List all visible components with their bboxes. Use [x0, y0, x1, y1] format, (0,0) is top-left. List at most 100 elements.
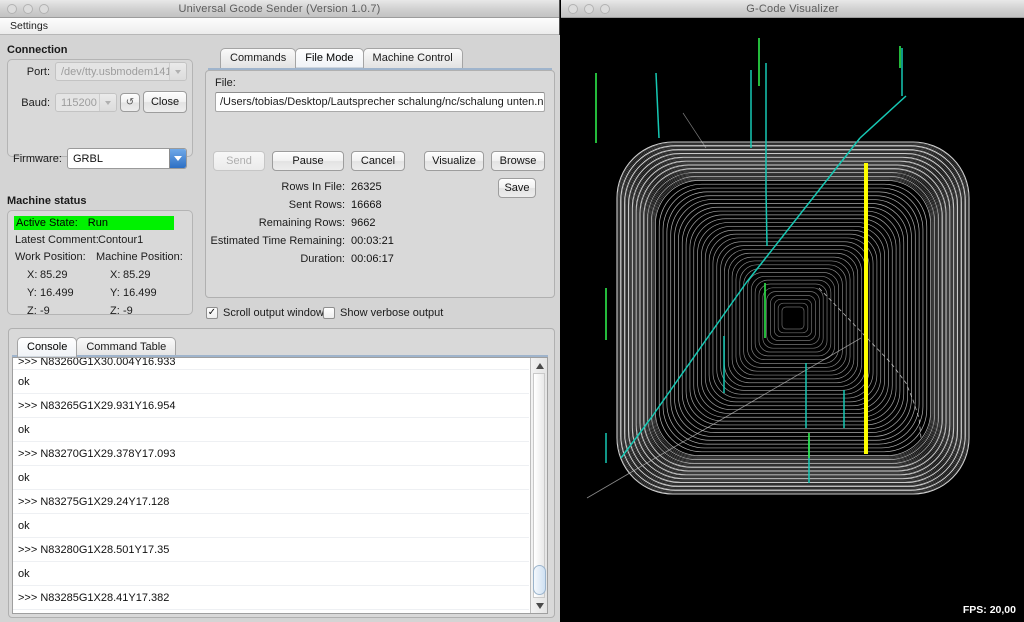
console-tabs[interactable]: Console Command Table	[17, 337, 177, 357]
machine-status-group-label: Machine status	[7, 195, 87, 207]
machine-y-label: Y:	[110, 287, 120, 299]
chevron-down-icon[interactable]	[169, 63, 186, 80]
sent-rows-value: 16668	[351, 199, 382, 211]
tab-console[interactable]: Console	[17, 337, 78, 357]
tab-commands[interactable]: Commands	[220, 48, 297, 68]
port-combo[interactable]: /dev/tty.usbmodem1411	[55, 62, 187, 81]
firmware-label: Firmware:	[13, 153, 62, 165]
remaining-rows-value: 9662	[351, 217, 376, 229]
work-y-value: 16.499	[40, 287, 74, 299]
toolpath-render	[561, 18, 1024, 622]
latest-comment-label: Latest Comment:	[15, 234, 99, 246]
work-position-label: Work Position:	[15, 251, 86, 263]
console-line: ok	[13, 418, 529, 442]
status-badge: Active State: Run	[14, 216, 174, 230]
estimated-time-remaining-value: 00:03:21	[351, 235, 394, 247]
console-line: ok	[13, 562, 529, 586]
send-button[interactable]: Send	[213, 151, 265, 171]
maximize-icon[interactable]	[600, 4, 610, 14]
pause-button[interactable]: Pause	[272, 151, 344, 171]
maximize-icon[interactable]	[39, 4, 49, 14]
close-connection-button[interactable]: Close	[143, 91, 187, 113]
active-state-label: Active State:	[16, 217, 78, 229]
chevron-down-icon[interactable]	[169, 149, 186, 168]
machine-z-label: Z:	[110, 305, 120, 317]
empty-checkbox-icon	[323, 307, 335, 319]
scroll-down-icon[interactable]	[531, 598, 547, 613]
scroll-output-checkbox[interactable]: ✓ Scroll output window	[206, 307, 324, 319]
save-button[interactable]: Save	[498, 178, 536, 198]
work-z-value: -9	[40, 305, 50, 317]
file-label: File:	[215, 77, 236, 89]
console-line: >>> N83285G1X28.41Y17.382	[13, 586, 529, 610]
minimize-icon[interactable]	[584, 4, 594, 14]
active-state-value: Run	[87, 217, 108, 229]
cancel-button[interactable]: Cancel	[351, 151, 405, 171]
connection-group-label: Connection	[7, 44, 68, 56]
ugs-window-title: Universal Gcode Sender (Version 1.0.7)	[178, 2, 381, 15]
visualizer-window-title: G-Code Visualizer	[746, 2, 839, 15]
screen: Universal Gcode Sender (Version 1.0.7) S…	[0, 0, 1024, 622]
console-line: ok	[13, 514, 529, 538]
remaining-rows-label: Remaining Rows:	[258, 217, 345, 229]
tab-machine-control[interactable]: Machine Control	[362, 48, 463, 68]
rows-in-file-value: 26325	[351, 181, 382, 193]
visualizer-canvas[interactable]: FPS: 20,00	[561, 18, 1024, 622]
latest-comment-value: Contour1	[98, 234, 144, 246]
fps-counter: FPS: 20,00	[962, 604, 1016, 616]
console-line-list: >>> N83260G1X30.004Y16.933 ok >>> N83265G1…	[13, 358, 529, 613]
tab-file-mode[interactable]: File Mode	[295, 48, 364, 68]
machine-z-value: -9	[123, 305, 133, 317]
visualize-button[interactable]: Visualize	[424, 151, 484, 171]
ugs-content: Connection Port: /dev/tty.usbmodem1411 B…	[0, 35, 560, 622]
baud-value: 115200	[61, 96, 97, 109]
console-line: >>> N83260G1X30.004Y16.933	[13, 358, 529, 370]
console-output[interactable]: >>> N83260G1X30.004Y16.933 ok >>> N83265G1…	[12, 357, 548, 614]
duration-value: 00:06:17	[351, 253, 394, 265]
browse-button[interactable]: Browse	[491, 151, 545, 171]
refresh-icon[interactable]: ↺	[120, 93, 140, 112]
verbose-output-checkbox[interactable]: Show verbose output	[323, 307, 443, 319]
sent-rows-label: Sent Rows:	[288, 199, 345, 211]
ugs-window: Universal Gcode Sender (Version 1.0.7) S…	[0, 0, 560, 622]
window-controls[interactable]	[7, 4, 49, 14]
visualizer-window-controls[interactable]	[568, 4, 610, 14]
menubar: Settings	[0, 18, 559, 35]
file-path-input[interactable]: /Users/tobias/Desktop/Lautsprecher schal…	[215, 92, 545, 112]
chevron-down-icon[interactable]	[99, 94, 116, 111]
main-tabs[interactable]: Commands File Mode Machine Control	[220, 48, 463, 68]
console-line: ok	[13, 370, 529, 394]
tab-command-table[interactable]: Command Table	[76, 337, 177, 357]
visualizer-titlebar[interactable]: G-Code Visualizer	[561, 0, 1024, 18]
console-line: >>> N83275G1X29.24Y17.128	[13, 490, 529, 514]
duration-label: Duration:	[300, 253, 345, 265]
scrollbar-thumb[interactable]	[533, 565, 546, 595]
scroll-output-label: Scroll output window	[223, 307, 324, 319]
console-line: ok	[13, 466, 529, 490]
console-line: >>> N83280G1X28.501Y17.35	[13, 538, 529, 562]
port-label: Port:	[26, 66, 50, 78]
machine-x-label: X:	[110, 269, 121, 281]
ugs-titlebar[interactable]: Universal Gcode Sender (Version 1.0.7)	[0, 0, 559, 18]
scroll-up-icon[interactable]	[531, 358, 547, 373]
baud-label: Baud:	[21, 97, 50, 109]
estimated-time-remaining-label: Estimated Time Remaining:	[210, 235, 346, 247]
machine-position-label: Machine Position:	[96, 251, 183, 263]
firmware-value: GRBL	[73, 152, 103, 165]
console-scrollbar[interactable]	[530, 358, 547, 613]
work-z-label: Z:	[27, 305, 37, 317]
work-x-value: 85.29	[40, 269, 68, 281]
console-line: ok	[13, 610, 529, 613]
machine-y-value: 16.499	[123, 287, 157, 299]
baud-combo[interactable]: 115200	[55, 93, 117, 112]
close-icon[interactable]	[7, 4, 17, 14]
visualizer-window: G-Code Visualizer FPS: 20,00	[561, 0, 1024, 622]
work-y-label: Y:	[27, 287, 37, 299]
minimize-icon[interactable]	[23, 4, 33, 14]
work-x-label: X:	[27, 269, 38, 281]
machine-x-value: 85.29	[123, 269, 151, 281]
menu-settings[interactable]: Settings	[7, 20, 51, 32]
console-line: >>> N83270G1X29.378Y17.093	[13, 442, 529, 466]
firmware-combo[interactable]: GRBL	[67, 148, 187, 169]
close-icon[interactable]	[568, 4, 578, 14]
